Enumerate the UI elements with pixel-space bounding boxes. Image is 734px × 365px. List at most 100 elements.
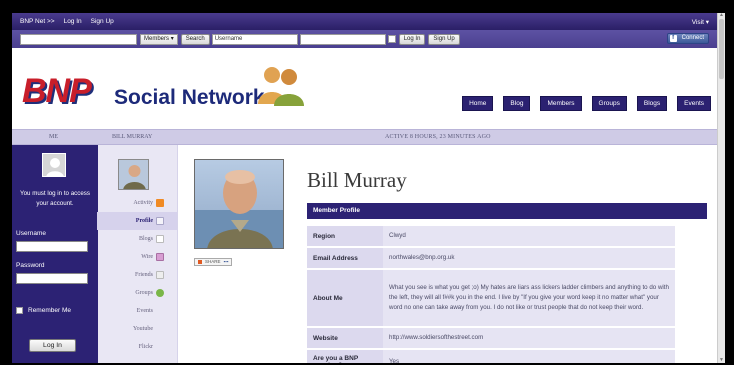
- email-link[interactable]: northwales@bnp.org.uk: [383, 248, 675, 268]
- last-active-status: ACTIVE 8 HOURS, 23 MINUTES AGO: [385, 134, 491, 140]
- login-required-message: You must log in to access your account.: [20, 190, 90, 207]
- connect-label: Connect: [681, 35, 704, 41]
- remember-checkbox[interactable]: [387, 35, 396, 43]
- facebook-icon: f: [669, 35, 677, 42]
- nav-groups[interactable]: Groups: [591, 96, 627, 111]
- subnav-friends[interactable]: Friends: [97, 266, 177, 284]
- field-key: Website: [307, 328, 383, 348]
- document-icon: [156, 235, 164, 243]
- field-value: Yes: [383, 350, 675, 363]
- user-silhouette-icon: [43, 154, 65, 176]
- chevron-down-icon: ▾: [170, 35, 174, 42]
- field-key: Region: [307, 226, 383, 246]
- visit-menu[interactable]: Visit ▾: [692, 18, 709, 26]
- username-label: Username: [16, 230, 46, 237]
- subnav-label: Profile: [135, 218, 153, 224]
- subnav-activity[interactable]: Activity: [97, 194, 177, 212]
- profile-subnav: Activity Profile Blogs Wire Friends Grou…: [97, 145, 178, 363]
- table-row: Region Clwyd: [307, 226, 675, 246]
- field-value: Clwyd: [383, 226, 675, 246]
- share-icon: [198, 260, 202, 264]
- visit-label: Visit: [691, 18, 704, 26]
- profile-photo: [194, 159, 284, 249]
- share-label: SHARE: [205, 259, 221, 264]
- main-area: You must log in to access your account. …: [12, 145, 717, 363]
- sidebar-password-input[interactable]: [16, 273, 88, 284]
- scroll-down-icon[interactable]: ▼: [719, 358, 724, 363]
- website-link[interactable]: http://www.soldiersofthestreet.com: [383, 328, 675, 348]
- me-label: ME: [49, 134, 58, 140]
- scrollbar-thumb[interactable]: [719, 19, 724, 79]
- password-label: Password: [16, 262, 45, 269]
- main-nav: Home Blog Members Groups Blogs Events: [462, 96, 711, 111]
- table-row: Email Address northwales@bnp.org.uk: [307, 248, 675, 268]
- member-profile-heading: Member Profile: [307, 203, 707, 219]
- sidebar-username-input[interactable]: [16, 241, 88, 252]
- page-content: BNP Net >> Log In Sign Up Visit ▾ Member…: [12, 13, 717, 363]
- search-button[interactable]: Search: [180, 33, 210, 45]
- subnav-label: Blogs: [138, 236, 153, 242]
- profile-photo-image: [195, 160, 283, 248]
- friends-icon: [156, 271, 164, 279]
- share-bookmarks-icon: ▪▪▪: [223, 259, 229, 264]
- vertical-scrollbar[interactable]: ▲ ▼: [717, 13, 725, 363]
- field-key: Email Address: [307, 248, 383, 268]
- search-input[interactable]: [20, 33, 137, 45]
- members-select-label: Members: [144, 35, 170, 42]
- profile-thumbnail-image: [119, 160, 148, 189]
- login-sidebar: You must log in to access your account. …: [12, 145, 98, 363]
- nav-members[interactable]: Members: [540, 96, 582, 111]
- subnav-youtube[interactable]: Youtube: [97, 320, 177, 338]
- site-logo[interactable]: BNP Social Network: [22, 72, 265, 111]
- nav-events[interactable]: Events: [677, 96, 711, 111]
- scroll-up-icon[interactable]: ▲: [719, 13, 724, 18]
- field-key: About Me: [307, 270, 383, 326]
- profile-fields-table: Region Clwyd Email Address northwales@bn…: [307, 224, 675, 363]
- share-button[interactable]: SHARE ▪▪▪: [194, 258, 233, 266]
- field-key: Are you a BNP member?: [307, 350, 383, 363]
- username-field[interactable]: Username: [211, 33, 298, 45]
- password-field[interactable]: [299, 33, 386, 45]
- members-select[interactable]: Members ▾: [140, 33, 178, 45]
- subnav-label: Friends: [135, 272, 153, 278]
- profile-thumbnail[interactable]: [118, 159, 149, 190]
- logo-bnp-text: BNP: [22, 72, 92, 110]
- subnav-wire[interactable]: Wire: [97, 248, 177, 266]
- bnp-net-link[interactable]: BNP Net >>: [20, 18, 55, 25]
- profile-user-label: BILL MURRAY: [112, 134, 153, 140]
- remember-me-label: Remember Me: [28, 307, 71, 314]
- remember-me[interactable]: Remember Me: [16, 306, 96, 316]
- subnav-label: Activity: [133, 200, 153, 206]
- nav-blog[interactable]: Blog: [503, 96, 531, 111]
- subnav-label: Groups: [135, 290, 153, 296]
- subnav-groups[interactable]: Groups: [97, 284, 177, 302]
- sidebar-login-button[interactable]: Log In: [29, 339, 76, 352]
- facebook-connect-button[interactable]: f Connect: [666, 33, 709, 44]
- rss-icon: [156, 199, 164, 207]
- subnav-flickr[interactable]: Flickr: [97, 338, 177, 356]
- remember-me-checkbox[interactable]: [16, 307, 23, 314]
- table-row: Are you a BNP member? Yes: [307, 350, 675, 363]
- subnav-profile[interactable]: Profile: [97, 212, 177, 230]
- nav-blogs[interactable]: Blogs: [636, 96, 668, 111]
- subnav-label: Wire: [141, 254, 153, 260]
- top-signup-link[interactable]: Sign Up: [91, 18, 114, 25]
- people-icon: [258, 67, 304, 106]
- chevron-down-icon: ▾: [705, 18, 709, 26]
- header-signup-button[interactable]: Sign Up: [428, 33, 460, 45]
- admin-bar: BNP Net >> Log In Sign Up Visit ▾: [12, 13, 717, 30]
- subnav-blogs[interactable]: Blogs: [97, 230, 177, 248]
- subnav-events[interactable]: Events: [97, 302, 177, 320]
- profile-name: Bill Murray: [307, 168, 407, 192]
- logo-site-name: Social Network: [114, 86, 265, 109]
- table-row: About Me What you see is what you get ;o…: [307, 270, 675, 326]
- table-row: Website http://www.soldiersofthestreet.c…: [307, 328, 675, 348]
- profile-header-strip: ME BILL MURRAY ACTIVE 8 HOURS, 23 MINUTE…: [12, 129, 717, 145]
- profile-panel: SHARE ▪▪▪ Bill Murray Member Profile Reg…: [179, 145, 717, 363]
- nav-home[interactable]: Home: [462, 96, 494, 111]
- field-value: What you see is what you get ;o) My hate…: [383, 270, 675, 326]
- header-login-button[interactable]: Log In: [398, 33, 426, 45]
- top-login-link[interactable]: Log In: [64, 18, 82, 25]
- profile-card-icon: [156, 217, 164, 225]
- wire-icon: [156, 253, 164, 261]
